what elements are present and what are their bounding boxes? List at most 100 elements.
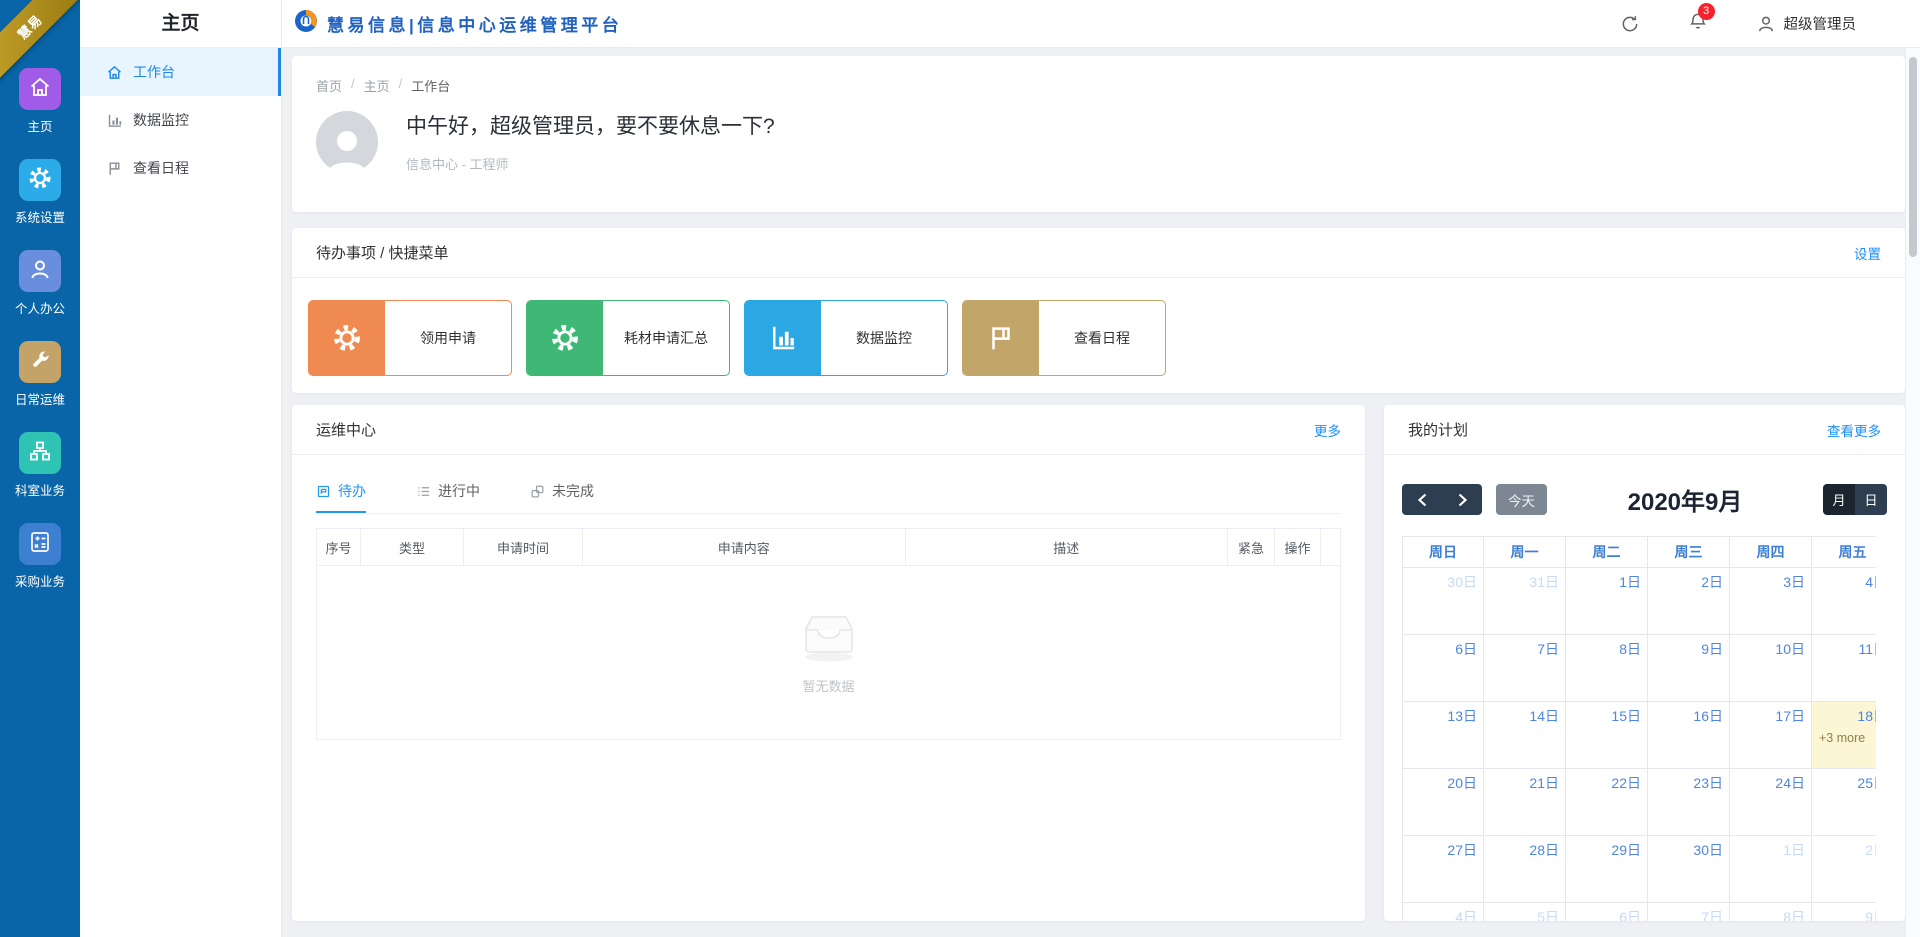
current-user-name: 超级管理员 [1784, 13, 1857, 34]
my-plan-card: 我的计划 查看更多 今天 2020年9月 月 日 [1384, 405, 1905, 921]
gear-icon [527, 301, 603, 375]
breadcrumb-workbench: 工作台 [411, 76, 450, 95]
top-header: 慧易信息|信息中心运维管理平台 3 超级管理员 [282, 0, 1920, 48]
secondary-sidebar: 主页 工作台 数据监控 查看日程 [80, 0, 282, 937]
today-button[interactable]: 今天 [1496, 484, 1547, 515]
weekday-header: 周四 [1730, 536, 1812, 568]
app-window: 慧易 主页 系统设置 个人办公 日常运维 [0, 0, 1920, 937]
view-more-link[interactable]: 查看更多 [1827, 420, 1881, 440]
calendar-day-cell[interactable]: 3日 [1730, 568, 1812, 635]
user-menu[interactable]: 超级管理员 [1756, 13, 1857, 34]
vertical-scrollbar[interactable] [1905, 48, 1920, 937]
tab-todo[interactable]: 待办 [316, 481, 366, 513]
primary-sidebar: 慧易 主页 系统设置 个人办公 日常运维 [0, 0, 80, 937]
bar-chart-icon [106, 112, 123, 129]
calendar-day-cell[interactable]: 30日 [1648, 836, 1730, 903]
tab-unfinished[interactable]: 未完成 [530, 481, 594, 513]
link-icon [530, 484, 545, 499]
refresh-icon[interactable] [1620, 14, 1640, 34]
brand: 慧易信息|信息中心运维管理平台 [294, 9, 622, 38]
month-view-button[interactable]: 月 [1823, 484, 1855, 515]
calendar-day-cell[interactable]: 4日 [1812, 568, 1876, 635]
rail-item-home[interactable]: 主页 [0, 68, 80, 135]
calendar-day-cell[interactable]: 6日 [1402, 635, 1484, 702]
rail-item-system-settings[interactable]: 系统设置 [0, 159, 80, 226]
calendar-view-toggle: 月 日 [1823, 484, 1887, 515]
my-plan-title: 我的计划 [1408, 419, 1468, 440]
calendar-day-cell[interactable]: 28日 [1484, 836, 1566, 903]
settings-link[interactable]: 设置 [1854, 243, 1881, 263]
calendar-day-cell[interactable]: 2日 [1812, 836, 1876, 903]
subnav-item-workbench[interactable]: 工作台 [80, 48, 281, 96]
calendar-day-cell[interactable]: 1日 [1730, 836, 1812, 903]
calendar-day-cell[interactable]: 1日 [1566, 568, 1648, 635]
rail-item-label: 主页 [0, 116, 80, 135]
calendar-day-cell[interactable]: 8日 [1566, 635, 1648, 702]
subnav-item-label: 工作台 [133, 62, 175, 82]
weekday-header: 周二 [1566, 536, 1648, 568]
quick-button-label: 查看日程 [1039, 301, 1165, 375]
ops-center-card: 运维中心 更多 待办 进行中 [292, 405, 1365, 921]
calendar-day-cell[interactable]: 24日 [1730, 769, 1812, 836]
notifications-button[interactable]: 3 [1688, 11, 1708, 36]
calendar-day-cell[interactable]: 9日 [1648, 635, 1730, 702]
calendar-day-cell[interactable]: 7日 [1484, 635, 1566, 702]
calendar-day-cell[interactable]: 4日 [1402, 903, 1484, 921]
quick-button-label: 耗材申请汇总 [603, 301, 729, 375]
prev-month-button[interactable] [1402, 484, 1442, 515]
calendar-day-cell[interactable]: 7日 [1648, 903, 1730, 921]
calendar-day-cell[interactable]: 30日 [1402, 568, 1484, 635]
calendar-day-cell[interactable]: 6日 [1566, 903, 1648, 921]
calendar-day-cell[interactable]: 9日 [1812, 903, 1876, 921]
rail-item-department-business[interactable]: 科室业务 [0, 432, 80, 499]
subnav-item-label: 查看日程 [133, 158, 189, 178]
list-icon [416, 484, 431, 499]
subnav-item-view-schedule[interactable]: 查看日程 [80, 144, 281, 192]
quick-button-requisition[interactable]: 领用申请 [308, 300, 512, 376]
rail-item-personal-office[interactable]: 个人办公 [0, 250, 80, 317]
calendar-day-cell[interactable]: 29日 [1566, 836, 1648, 903]
avatar [316, 111, 378, 173]
calendar-day-cell[interactable]: 18日+3 more [1812, 702, 1876, 769]
quick-button-consumables-summary[interactable]: 耗材申请汇总 [526, 300, 730, 376]
breadcrumb-main[interactable]: 主页 [364, 76, 390, 95]
ops-table-header: 序号 类型 申请时间 申请内容 描述 紧急 操作 [317, 529, 1340, 566]
calendar-day-cell[interactable]: 22日 [1566, 769, 1648, 836]
rail-item-daily-ops[interactable]: 日常运维 [0, 341, 80, 408]
calendar-day-cell[interactable]: 11日 [1812, 635, 1876, 702]
calendar-day-cell[interactable]: 15日 [1566, 702, 1648, 769]
calendar-day-cell[interactable]: 8日 [1730, 903, 1812, 921]
subnav-item-data-monitor[interactable]: 数据监控 [80, 96, 281, 144]
subnav-item-label: 数据监控 [133, 110, 189, 130]
col-header-type: 类型 [361, 529, 464, 565]
calendar-day-cell[interactable]: 20日 [1402, 769, 1484, 836]
calendar-day-cell[interactable]: 13日 [1402, 702, 1484, 769]
breadcrumb-home[interactable]: 首页 [316, 76, 342, 95]
rail-item-label: 采购业务 [0, 571, 80, 590]
calendar-day-cell[interactable]: 2日 [1648, 568, 1730, 635]
rail-item-procurement-business[interactable]: 采购业务 [0, 523, 80, 590]
calendar-day-cell[interactable]: 25日 [1812, 769, 1876, 836]
quick-button-data-monitor[interactable]: 数据监控 [744, 300, 948, 376]
next-month-button[interactable] [1442, 484, 1482, 515]
calendar-day-cell[interactable]: 17日 [1730, 702, 1812, 769]
calendar-day-cell[interactable]: 31日 [1484, 568, 1566, 635]
calendar-day-cell[interactable]: 23日 [1648, 769, 1730, 836]
more-link[interactable]: 更多 [1314, 420, 1341, 440]
calendar-day-cell[interactable]: 5日 [1484, 903, 1566, 921]
org-chart-icon [28, 439, 52, 468]
calendar-day-cell[interactable]: 10日 [1730, 635, 1812, 702]
calendar-day-cell[interactable]: 27日 [1402, 836, 1484, 903]
more-events-link[interactable]: +3 more [1819, 731, 1865, 745]
col-header-description: 描述 [906, 529, 1229, 565]
day-view-button[interactable]: 日 [1855, 484, 1887, 515]
gear-icon [27, 165, 53, 196]
calendar-day-cell[interactable]: 16日 [1648, 702, 1730, 769]
calendar-day-cell[interactable]: 21日 [1484, 769, 1566, 836]
scrollbar-thumb[interactable] [1909, 57, 1917, 257]
calendar-day-cell[interactable]: 14日 [1484, 702, 1566, 769]
weekday-header: 周五 [1812, 536, 1876, 568]
flag-icon [963, 301, 1039, 375]
quick-button-view-schedule[interactable]: 查看日程 [962, 300, 1166, 376]
tab-in-progress[interactable]: 进行中 [416, 481, 480, 513]
